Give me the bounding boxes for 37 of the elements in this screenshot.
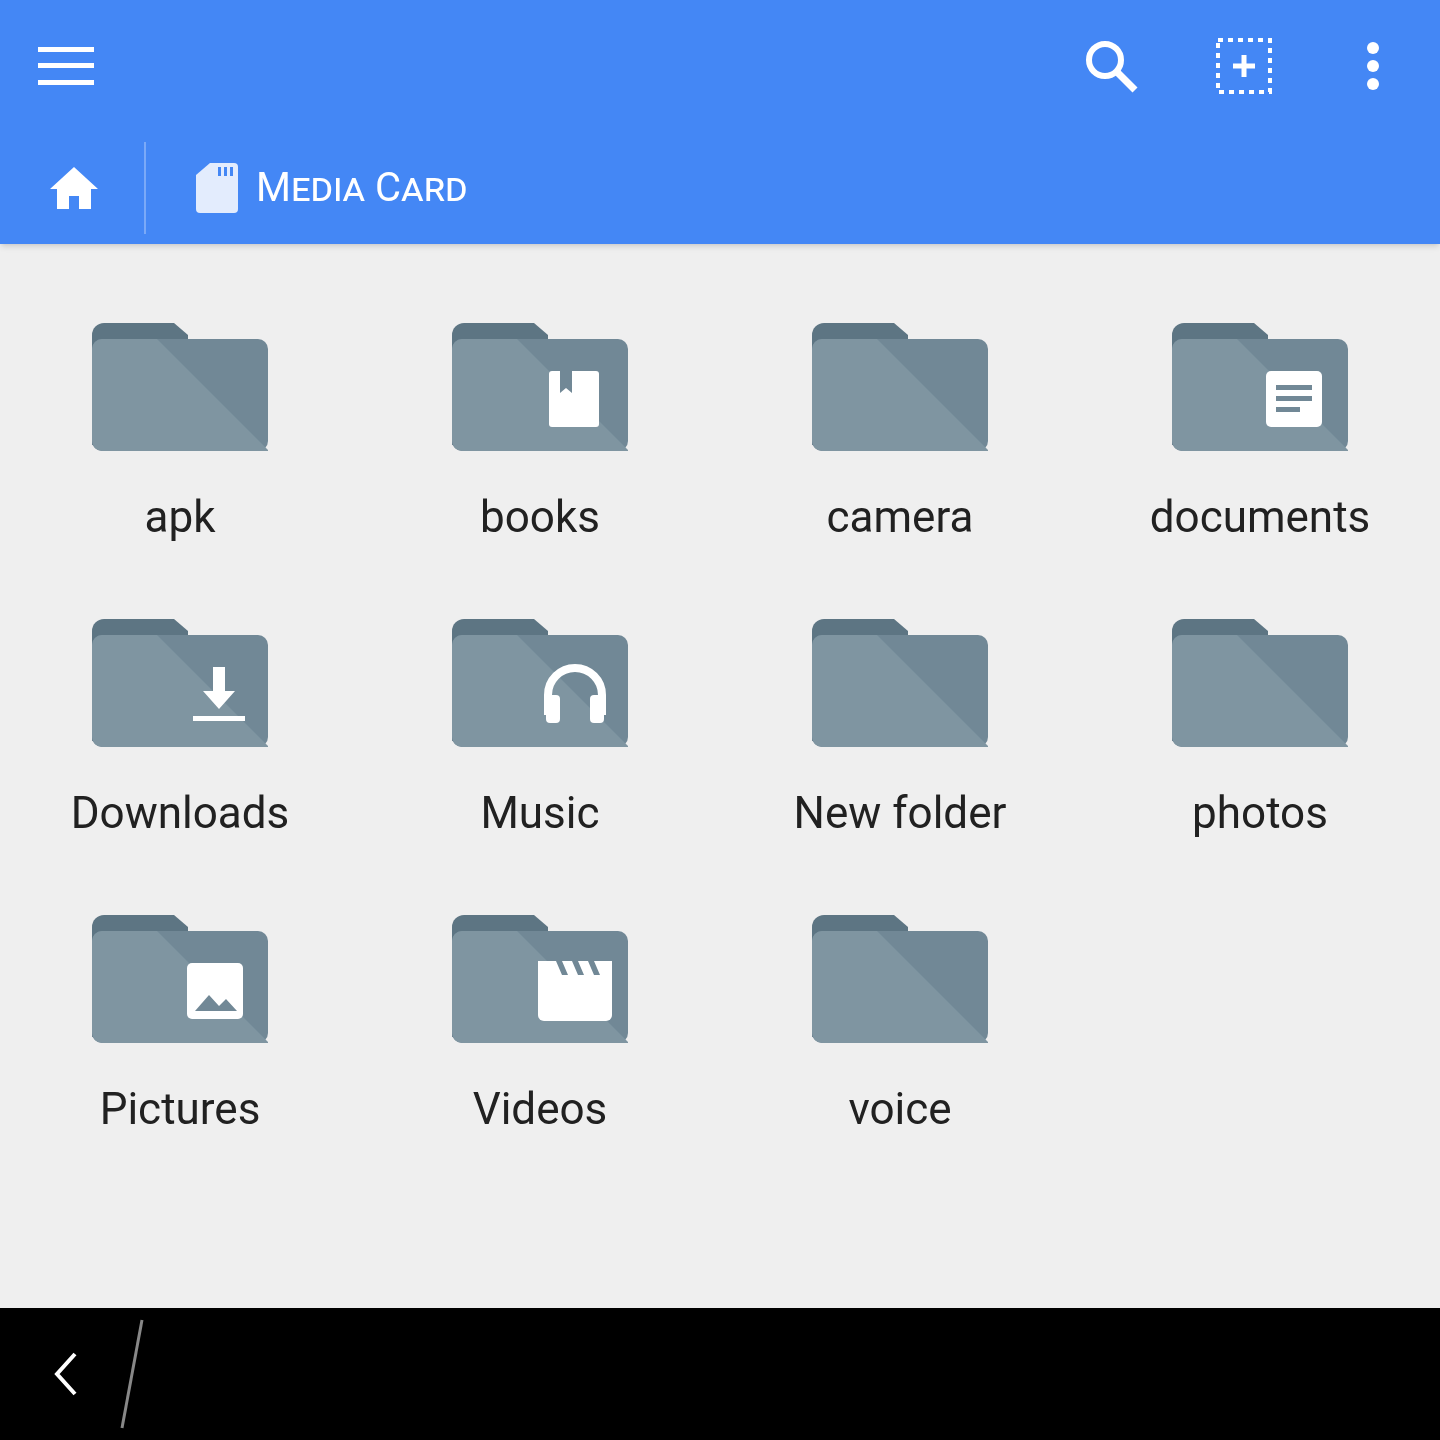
search-icon[interactable] [1084, 39, 1138, 93]
folder-name: books [480, 491, 600, 543]
folder-icon[interactable] [812, 323, 988, 451]
more-icon[interactable] [1366, 41, 1380, 91]
headphones-icon [544, 664, 606, 723]
image-icon [187, 963, 243, 1019]
folder-name: Pictures [99, 1083, 261, 1135]
folder-icon[interactable] [1172, 323, 1348, 451]
folder-name: Videos [472, 1083, 608, 1135]
breadcrumb-label[interactable]: Media Card [256, 158, 468, 218]
folder-icon[interactable] [1172, 619, 1348, 747]
divider-line-icon [120, 1318, 144, 1430]
clapperboard-icon [538, 961, 612, 1021]
add-selection-icon[interactable] [1216, 38, 1272, 94]
book-icon [549, 371, 599, 427]
download-icon [193, 667, 245, 721]
folder-name: camera [826, 491, 974, 543]
folder-icon[interactable] [92, 915, 268, 1043]
folder-icon[interactable] [452, 619, 628, 747]
folder-icon[interactable] [452, 915, 628, 1043]
folder-icon[interactable] [812, 915, 988, 1043]
sd-card-icon [196, 163, 238, 213]
folder-icon[interactable] [92, 619, 268, 747]
home-icon[interactable] [50, 167, 98, 209]
back-icon[interactable] [54, 1352, 78, 1396]
folder-name: Downloads [70, 787, 290, 839]
folder-name: New folder [793, 787, 1007, 839]
folder-name: documents [1149, 491, 1371, 543]
menu-icon[interactable] [38, 47, 94, 85]
document-icon [1266, 371, 1322, 427]
folder-icon[interactable] [452, 323, 628, 451]
folder-name: apk [144, 491, 216, 543]
folder-icon[interactable] [812, 619, 988, 747]
folder-icon[interactable] [92, 323, 268, 451]
folder-name: Music [480, 787, 600, 839]
folder-name: photos [1192, 787, 1328, 839]
folder-name: voice [848, 1083, 952, 1135]
